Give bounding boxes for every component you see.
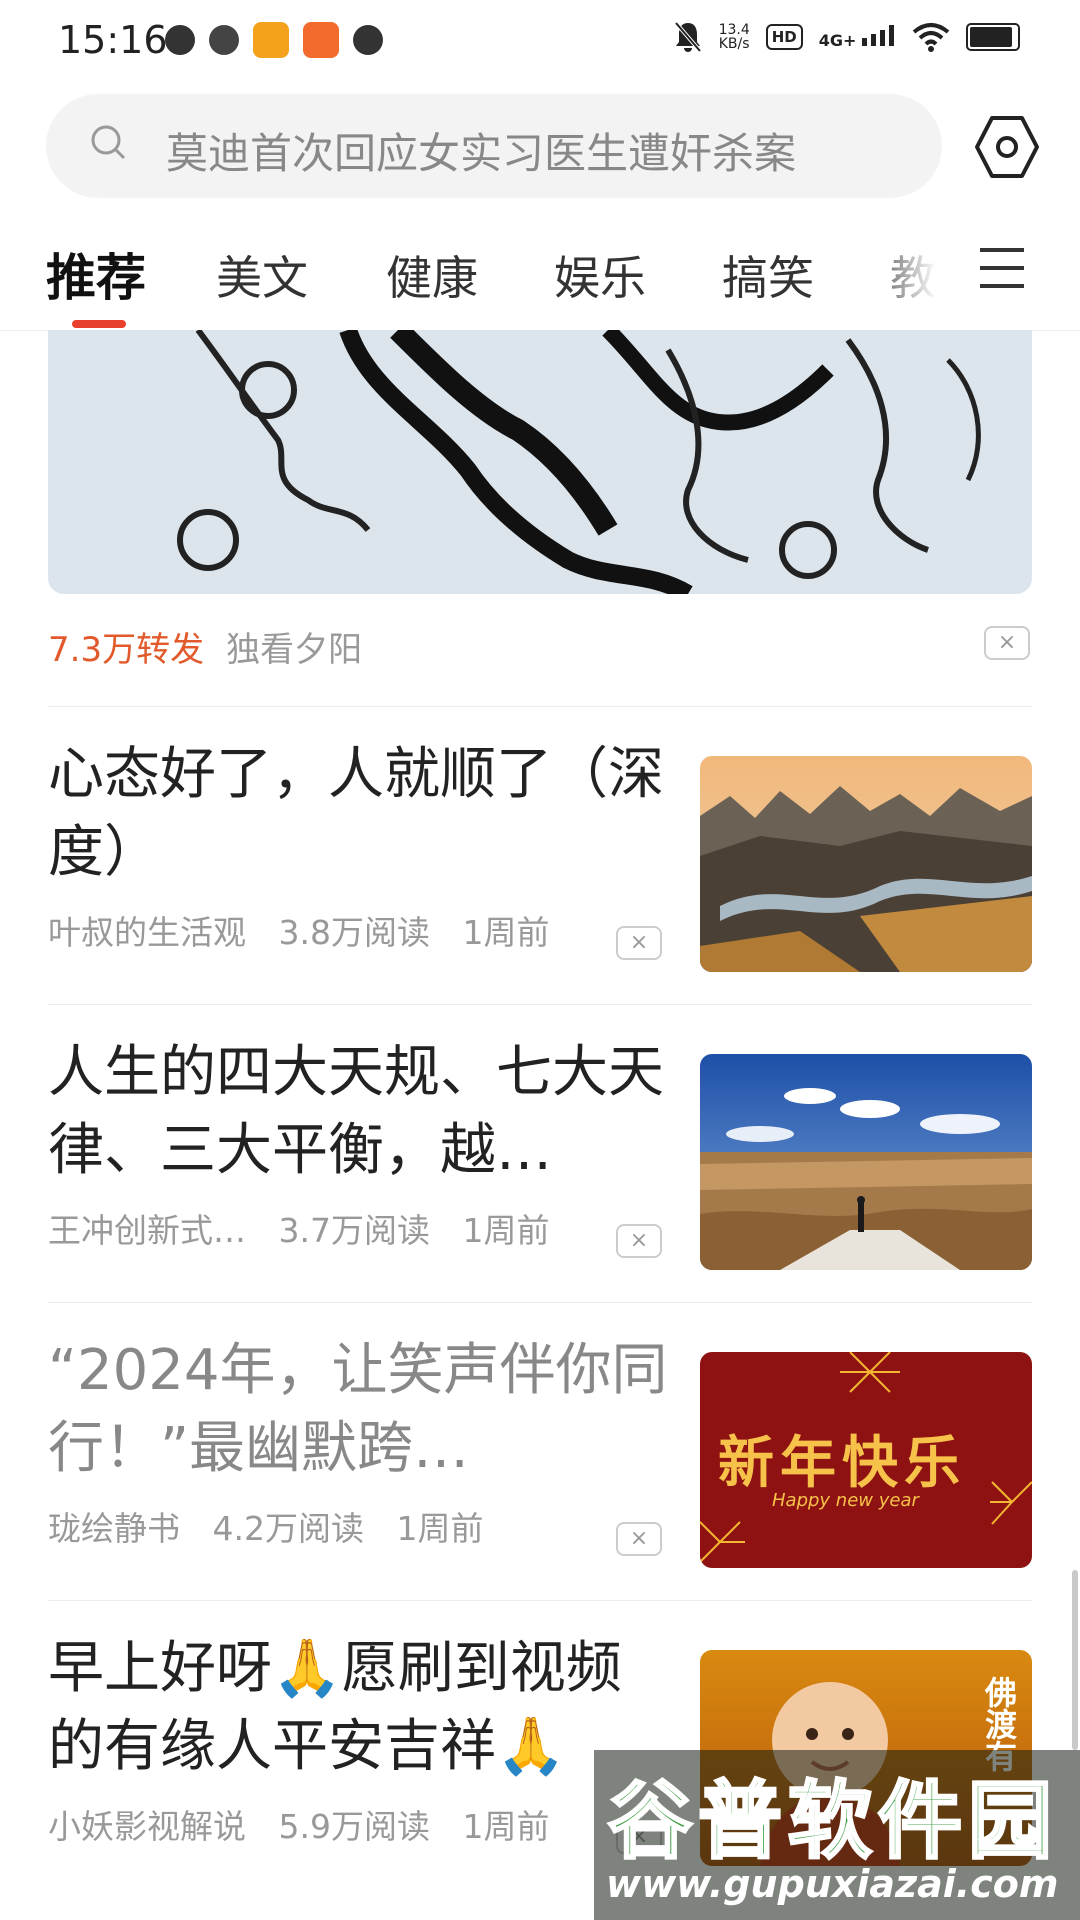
dismiss-button[interactable]: × [616,1522,662,1556]
status-right: 13.4 KB/s HD 4G+ [673,20,1020,54]
watermark-url: www.gupuxiazai.com [606,1862,1059,1906]
tab-entertainment[interactable]: 娱乐 [554,242,646,308]
dismiss-button[interactable]: × [984,626,1030,660]
article-author: 王冲创新式… [48,1211,246,1250]
hexagon-settings-icon[interactable] [974,114,1040,180]
top-article-author: 独看夕阳 [226,630,363,670]
net-speed-unit: KB/s [718,36,750,52]
tab-fade [860,228,970,328]
line-art-faces-image [48,330,1032,594]
article-reads: 5.9万阅读 [278,1807,430,1846]
net-speed: 13.4 KB/s [719,23,750,51]
signal-label: 4G+ [818,31,857,50]
divider [48,1004,1032,1005]
sync-app-icon [209,25,239,55]
article-author: 小妖影视解说 [48,1807,246,1846]
article-time: 1周前 [462,1807,550,1846]
article-time: 1周前 [462,913,550,952]
article-title: “2024年，让笑声伴你同行！”最幽默跨… [48,1338,668,1481]
watermark: 谷普软件园 www.gupuxiazai.com [594,1750,1080,1920]
article-thumbnail: 新年快乐 Happy new year [700,1352,1032,1568]
article-time: 1周前 [396,1509,484,1548]
new-year-title: 新年快乐 [718,1431,966,1496]
article-title: 心态好了，人就顺了（深度） [48,742,664,885]
dismiss-button[interactable]: × [616,1224,662,1258]
divider [48,706,1032,707]
video-app-icon [253,22,289,58]
tab-health[interactable]: 健康 [386,242,478,308]
active-tab-indicator [72,320,126,328]
notification-icons [165,22,383,58]
article-meta: 叶叔的生活观 3.8万阅读 1周前 [48,906,571,954]
share-count: 7.3万转发 [48,630,205,670]
article-thumbnail [700,756,1032,972]
game-app-icon [303,22,339,58]
wifi-icon [912,23,950,52]
search-placeholder: 莫迪首次回应女实习医生遭奸杀案 [166,129,797,178]
article-thumbnail [700,1054,1032,1270]
tab-recommend[interactable]: 推荐 [46,238,146,310]
article-author: 珑绘静书 [48,1509,180,1548]
category-tabs: 推荐 美文 健康 娱乐 搞笑 教 [0,228,1080,331]
article-meta: 王冲创新式… 3.7万阅读 1周前 [48,1204,571,1252]
tab-funny[interactable]: 搞笑 [722,242,814,308]
dismiss-button[interactable]: × [616,926,662,960]
divider [48,1600,1032,1601]
scrollbar[interactable] [1072,1570,1078,1750]
article-reads: 3.7万阅读 [278,1211,430,1250]
signal-icon: 4G+ [819,24,896,50]
top-article-image[interactable] [48,330,1032,594]
article-reads: 3.8万阅读 [278,913,430,952]
new-year-subtitle: Happy new year [772,1490,919,1511]
mute-bell-icon [674,21,702,53]
battery-icon [966,23,1020,51]
status-bar: 15:16 13.4 KB/s HD 4G+ [0,0,1080,86]
menu-icon[interactable] [978,246,1026,290]
watermark-title: 谷普软件园 [606,1771,1059,1872]
article-author: 叶叔的生活观 [48,913,246,952]
article-item[interactable]: “2024年，让笑声伴你同行！”最幽默跨… 珑绘静书 4.2万阅读 1周前 × … [0,1304,1080,1600]
article-reads: 4.2万阅读 [212,1509,364,1548]
chat-bubble-icon [353,25,383,55]
status-time: 15:16 [58,18,168,62]
search-bar[interactable]: 莫迪首次回应女实习医生遭奸杀案 [46,94,942,198]
bird-app-icon [165,25,195,55]
article-item[interactable]: 心态好了，人就顺了（深度） 叶叔的生活观 3.8万阅读 1周前 × [0,708,1080,1004]
divider [48,1302,1032,1303]
net-speed-value: 13.4 [718,22,750,38]
article-item[interactable]: 人生的四大天规、七大天律、三大平衡，越… 王冲创新式… 3.7万阅读 1周前 × [0,1006,1080,1302]
top-article-meta: 7.3万转发 独看夕阳 [48,622,362,671]
search-icon [91,125,126,160]
article-meta: 小妖影视解说 5.9万阅读 1周前 [48,1800,571,1848]
article-title: 早上好呀🙏愿刷到视频的有缘人平安吉祥🙏 [48,1636,622,1779]
tab-essay[interactable]: 美文 [216,242,308,308]
hd-badge: HD [765,24,803,50]
article-time: 1周前 [462,1211,550,1250]
article-meta: 珑绘静书 4.2万阅读 1周前 [48,1502,505,1550]
article-title: 人生的四大天规、七大天律、三大平衡，越… [48,1040,664,1183]
